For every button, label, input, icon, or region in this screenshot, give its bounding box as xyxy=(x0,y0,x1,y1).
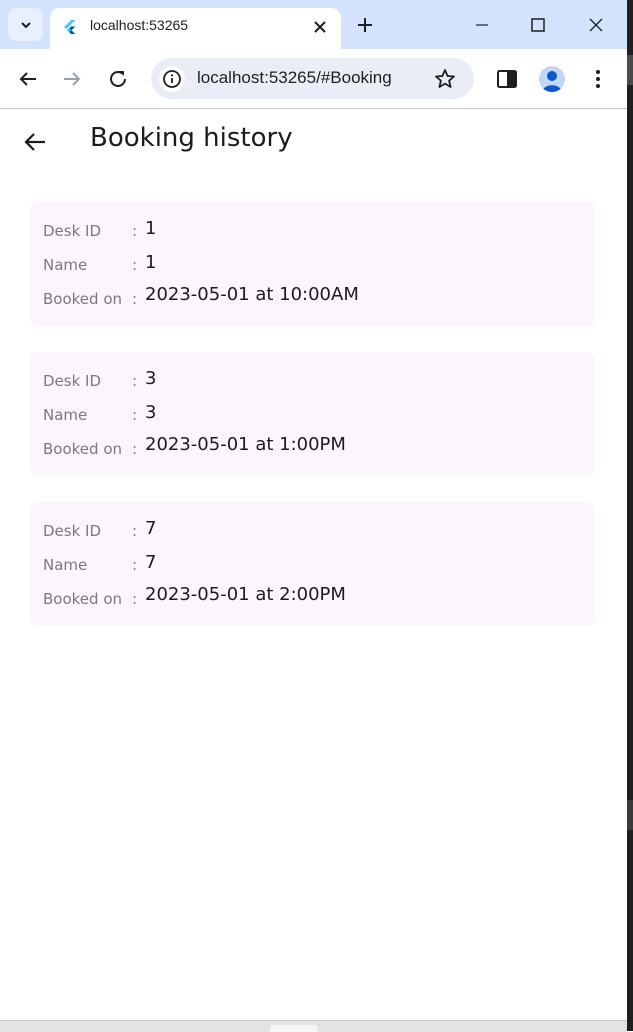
desk-id-value: 7 xyxy=(145,518,157,539)
name-label: Name xyxy=(43,406,88,424)
separator: : xyxy=(132,256,138,274)
desk-id-label: Desk ID xyxy=(43,522,102,540)
close-icon[interactable] xyxy=(312,19,328,35)
browser-toolbar: localhost:53265/#Booking xyxy=(0,49,627,109)
booked-on-label: Booked on xyxy=(43,290,122,308)
separator: : xyxy=(132,522,138,540)
name-row: Name : 1 xyxy=(30,252,595,286)
separator: : xyxy=(132,222,138,240)
flutter-icon xyxy=(64,20,76,34)
separator: : xyxy=(132,556,138,574)
booked-on-row: Booked on : 2023-05-01 at 2:00PM xyxy=(30,584,595,620)
browser-tab[interactable]: localhost:53265 xyxy=(50,8,341,49)
maximize-icon[interactable] xyxy=(526,13,550,37)
address-bar[interactable]: localhost:53265/#Booking xyxy=(151,58,474,99)
back-arrow-icon[interactable] xyxy=(16,67,40,91)
url-text[interactable]: localhost:53265/#Booking xyxy=(197,68,392,88)
back-arrow-icon[interactable] xyxy=(20,127,50,157)
desk-id-row: Desk ID : 3 xyxy=(30,368,595,402)
desk-id-value: 1 xyxy=(145,218,157,239)
window-close-icon[interactable] xyxy=(584,13,608,37)
site-info-icon[interactable] xyxy=(159,66,185,92)
booked-on-label: Booked on xyxy=(43,590,122,608)
tab-title: localhost:53265 xyxy=(90,17,189,33)
side-panel-icon[interactable] xyxy=(495,67,519,91)
new-tab-icon[interactable] xyxy=(355,15,375,35)
booked-on-label: Booked on xyxy=(43,440,122,458)
name-row: Name : 3 xyxy=(30,402,595,436)
chevron-down-icon xyxy=(20,21,31,28)
separator: : xyxy=(132,440,138,458)
desk-id-value: 3 xyxy=(145,368,157,389)
booked-on-row: Booked on : 2023-05-01 at 1:00PM xyxy=(30,434,595,470)
booking-card: Desk ID : 1 Name : 1 Booked on : 2023-05… xyxy=(30,202,595,326)
booking-card: Desk ID : 3 Name : 3 Booked on : 2023-05… xyxy=(30,352,595,476)
booked-on-row: Booked on : 2023-05-01 at 10:00AM xyxy=(30,284,595,320)
name-value: 1 xyxy=(145,252,157,273)
browser-tabstrip: localhost:53265 xyxy=(0,0,627,49)
forward-arrow-icon[interactable] xyxy=(60,67,84,91)
window-bottom-bar xyxy=(0,1020,627,1032)
desk-id-row: Desk ID : 1 xyxy=(30,218,595,252)
name-value: 7 xyxy=(145,552,157,573)
background-window-edge xyxy=(627,0,633,1031)
separator: : xyxy=(132,590,138,608)
booking-card: Desk ID : 7 Name : 7 Booked on : 2023-05… xyxy=(30,502,595,626)
separator: : xyxy=(132,406,138,424)
more-vert-icon[interactable] xyxy=(586,67,610,91)
page-title: Booking history xyxy=(90,123,293,153)
booked-on-value: 2023-05-01 at 2:00PM xyxy=(145,584,346,605)
separator: : xyxy=(132,372,138,390)
profile-avatar[interactable] xyxy=(539,66,565,92)
minimize-icon[interactable] xyxy=(470,13,494,37)
desk-id-label: Desk ID xyxy=(43,222,102,240)
booked-on-value: 2023-05-01 at 1:00PM xyxy=(145,434,346,455)
desk-id-label: Desk ID xyxy=(43,372,102,390)
separator: : xyxy=(132,290,138,308)
tab-search-button[interactable] xyxy=(8,8,43,41)
reload-icon[interactable] xyxy=(106,67,130,91)
app-page: Booking history Desk ID : 1 Name : 1 Boo… xyxy=(0,109,627,1020)
name-label: Name xyxy=(43,556,88,574)
desk-id-row: Desk ID : 7 xyxy=(30,518,595,552)
booked-on-value: 2023-05-01 at 10:00AM xyxy=(145,284,359,305)
name-row: Name : 7 xyxy=(30,552,595,586)
name-label: Name xyxy=(43,256,88,274)
name-value: 3 xyxy=(145,402,157,423)
person-icon xyxy=(542,71,562,92)
bookmark-star-icon[interactable] xyxy=(433,67,457,91)
